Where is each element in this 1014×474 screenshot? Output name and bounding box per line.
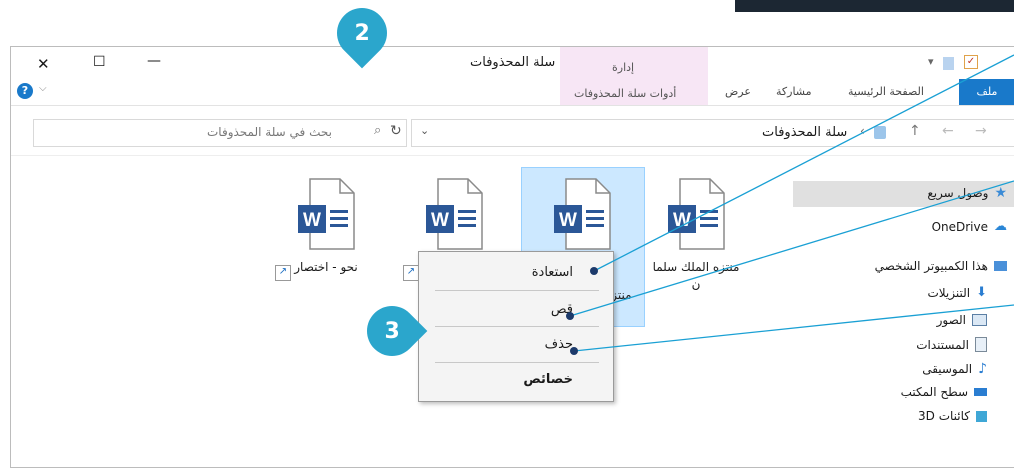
- nav-item-music[interactable]: ♪ الموسيقى: [922, 361, 987, 377]
- tab-view[interactable]: عرض: [725, 85, 751, 98]
- nav-item-quick-access[interactable]: ★ وصول سريع: [927, 185, 1007, 201]
- file-item[interactable]: W: [527, 177, 637, 251]
- divider: [11, 155, 1014, 156]
- menu-item-delete[interactable]: حذف: [545, 337, 573, 352]
- menu-separator: [435, 290, 599, 291]
- callout-number: 3: [384, 318, 400, 344]
- star-icon: ★: [994, 185, 1007, 201]
- file-label: منتزه الملك سلما: [652, 260, 740, 274]
- search-box[interactable]: بحث في سلة المحذوفات ⌕: [33, 119, 407, 147]
- nav-pictures-label: الصور: [936, 313, 966, 327]
- nav-item-onedrive[interactable]: ☁ OneDrive: [932, 219, 1007, 234]
- computer-icon: [994, 261, 1007, 271]
- shortcut-arrow-icon: ↗: [403, 265, 419, 281]
- documents-icon: [975, 337, 987, 352]
- menu-separator: [435, 362, 599, 363]
- address-path: سلة المحذوفات: [762, 125, 848, 140]
- nav-documents-label: المستندات: [916, 337, 969, 352]
- svg-text:W: W: [673, 210, 691, 231]
- background-dark-bar: [735, 0, 1014, 12]
- menu-separator: [435, 326, 599, 327]
- nav-onedrive-label: OneDrive: [931, 219, 988, 234]
- callout-number: 2: [354, 20, 370, 46]
- navigation-pane: ★ وصول سريع ☁ OneDrive هذا الكمبيوتر الش…: [793, 167, 1014, 467]
- qat-dropdown-icon[interactable]: ▾: [928, 55, 934, 68]
- nav-item-desktop[interactable]: سطح المكتب: [901, 385, 987, 399]
- cloud-icon: ☁: [994, 219, 1007, 234]
- help-icon[interactable]: ?: [17, 83, 33, 99]
- qat-checkbox-icon[interactable]: ✓: [964, 55, 978, 69]
- contextual-group-label: إدارة: [612, 61, 635, 74]
- cube-icon: [976, 410, 987, 422]
- address-bar[interactable]: ⌄ ↻ سلة المحذوفات ‹ ↑ ← →: [390, 119, 1014, 147]
- word-document-icon: W: [554, 178, 611, 250]
- word-document-icon: W: [426, 178, 483, 250]
- word-document-icon: W: [668, 178, 725, 250]
- maximize-button[interactable]: ☐: [93, 54, 106, 70]
- file-item[interactable]: W منتزه الملك سلما ن: [641, 177, 751, 293]
- file-item[interactable]: W: [399, 177, 509, 251]
- tab-share[interactable]: مشاركة: [776, 85, 812, 98]
- search-icon: ⌕: [374, 123, 382, 138]
- pictures-icon: [972, 314, 987, 326]
- word-document-icon: W: [298, 178, 355, 250]
- nav-item-downloads[interactable]: ⬇ التنزيلات: [927, 285, 987, 300]
- nav-this-pc-label: هذا الكمبيوتر الشخصي: [874, 259, 988, 273]
- explorer-window: ✕ ☐ — سلة المحذوفات ▾ ✓ إدارة أدوات سلة …: [10, 46, 1014, 468]
- svg-text:W: W: [303, 210, 321, 231]
- qat-properties-icon[interactable]: [943, 57, 954, 70]
- menu-item-properties[interactable]: خصائص: [523, 372, 573, 387]
- svg-text:W: W: [559, 210, 577, 231]
- forward-arrow-icon[interactable]: ←: [942, 123, 954, 139]
- recycle-bin-small-icon: [874, 126, 886, 139]
- context-menu: استعادة قص حذف خصائص: [418, 251, 614, 402]
- svg-text:W: W: [431, 210, 449, 231]
- nav-desktop-label: سطح المكتب: [900, 385, 968, 399]
- nav-item-3d-objects[interactable]: كائنات 3D: [918, 409, 987, 423]
- nav-music-label: الموسيقى: [922, 362, 973, 376]
- nav-downloads-label: التنزيلات: [927, 285, 971, 300]
- window-title: سلة المحذوفات: [470, 55, 556, 70]
- tab-home[interactable]: الصفحة الرئيسية: [848, 85, 924, 98]
- music-note-icon: ♪: [978, 361, 987, 377]
- nav-quick-access-label: وصول سريع: [927, 186, 989, 200]
- recent-locations-icon[interactable]: ⌄: [420, 124, 429, 137]
- up-arrow-icon[interactable]: ↑: [909, 123, 921, 139]
- close-button[interactable]: ✕: [37, 55, 50, 73]
- menu-item-restore[interactable]: استعادة: [532, 265, 573, 280]
- nav-item-pictures[interactable]: الصور: [937, 313, 987, 327]
- file-label-line2: ن: [691, 277, 701, 291]
- file-item[interactable]: W نحو - اختصار: [271, 177, 381, 276]
- back-arrow-icon[interactable]: →: [975, 123, 987, 139]
- search-placeholder: بحث في سلة المحذوفات: [207, 125, 332, 139]
- title-bar: ✕ ☐ — سلة المحذوفات ▾ ✓: [11, 47, 1014, 79]
- download-icon: ⬇: [976, 285, 987, 300]
- tab-file[interactable]: ملف: [959, 79, 1014, 105]
- nav-3d-objects-label: كائنات 3D: [918, 409, 970, 423]
- nav-item-documents[interactable]: المستندات: [916, 337, 987, 352]
- shortcut-arrow-icon: ↗: [275, 265, 291, 281]
- breadcrumb-chevron-icon[interactable]: ‹: [860, 124, 865, 138]
- minimize-button[interactable]: —: [147, 53, 161, 69]
- nav-item-this-pc[interactable]: هذا الكمبيوتر الشخصي: [875, 259, 1007, 273]
- ribbon-collapse-icon[interactable]: ⌵: [39, 83, 47, 94]
- menu-item-cut[interactable]: قص: [551, 302, 573, 317]
- desktop-icon: [974, 388, 987, 396]
